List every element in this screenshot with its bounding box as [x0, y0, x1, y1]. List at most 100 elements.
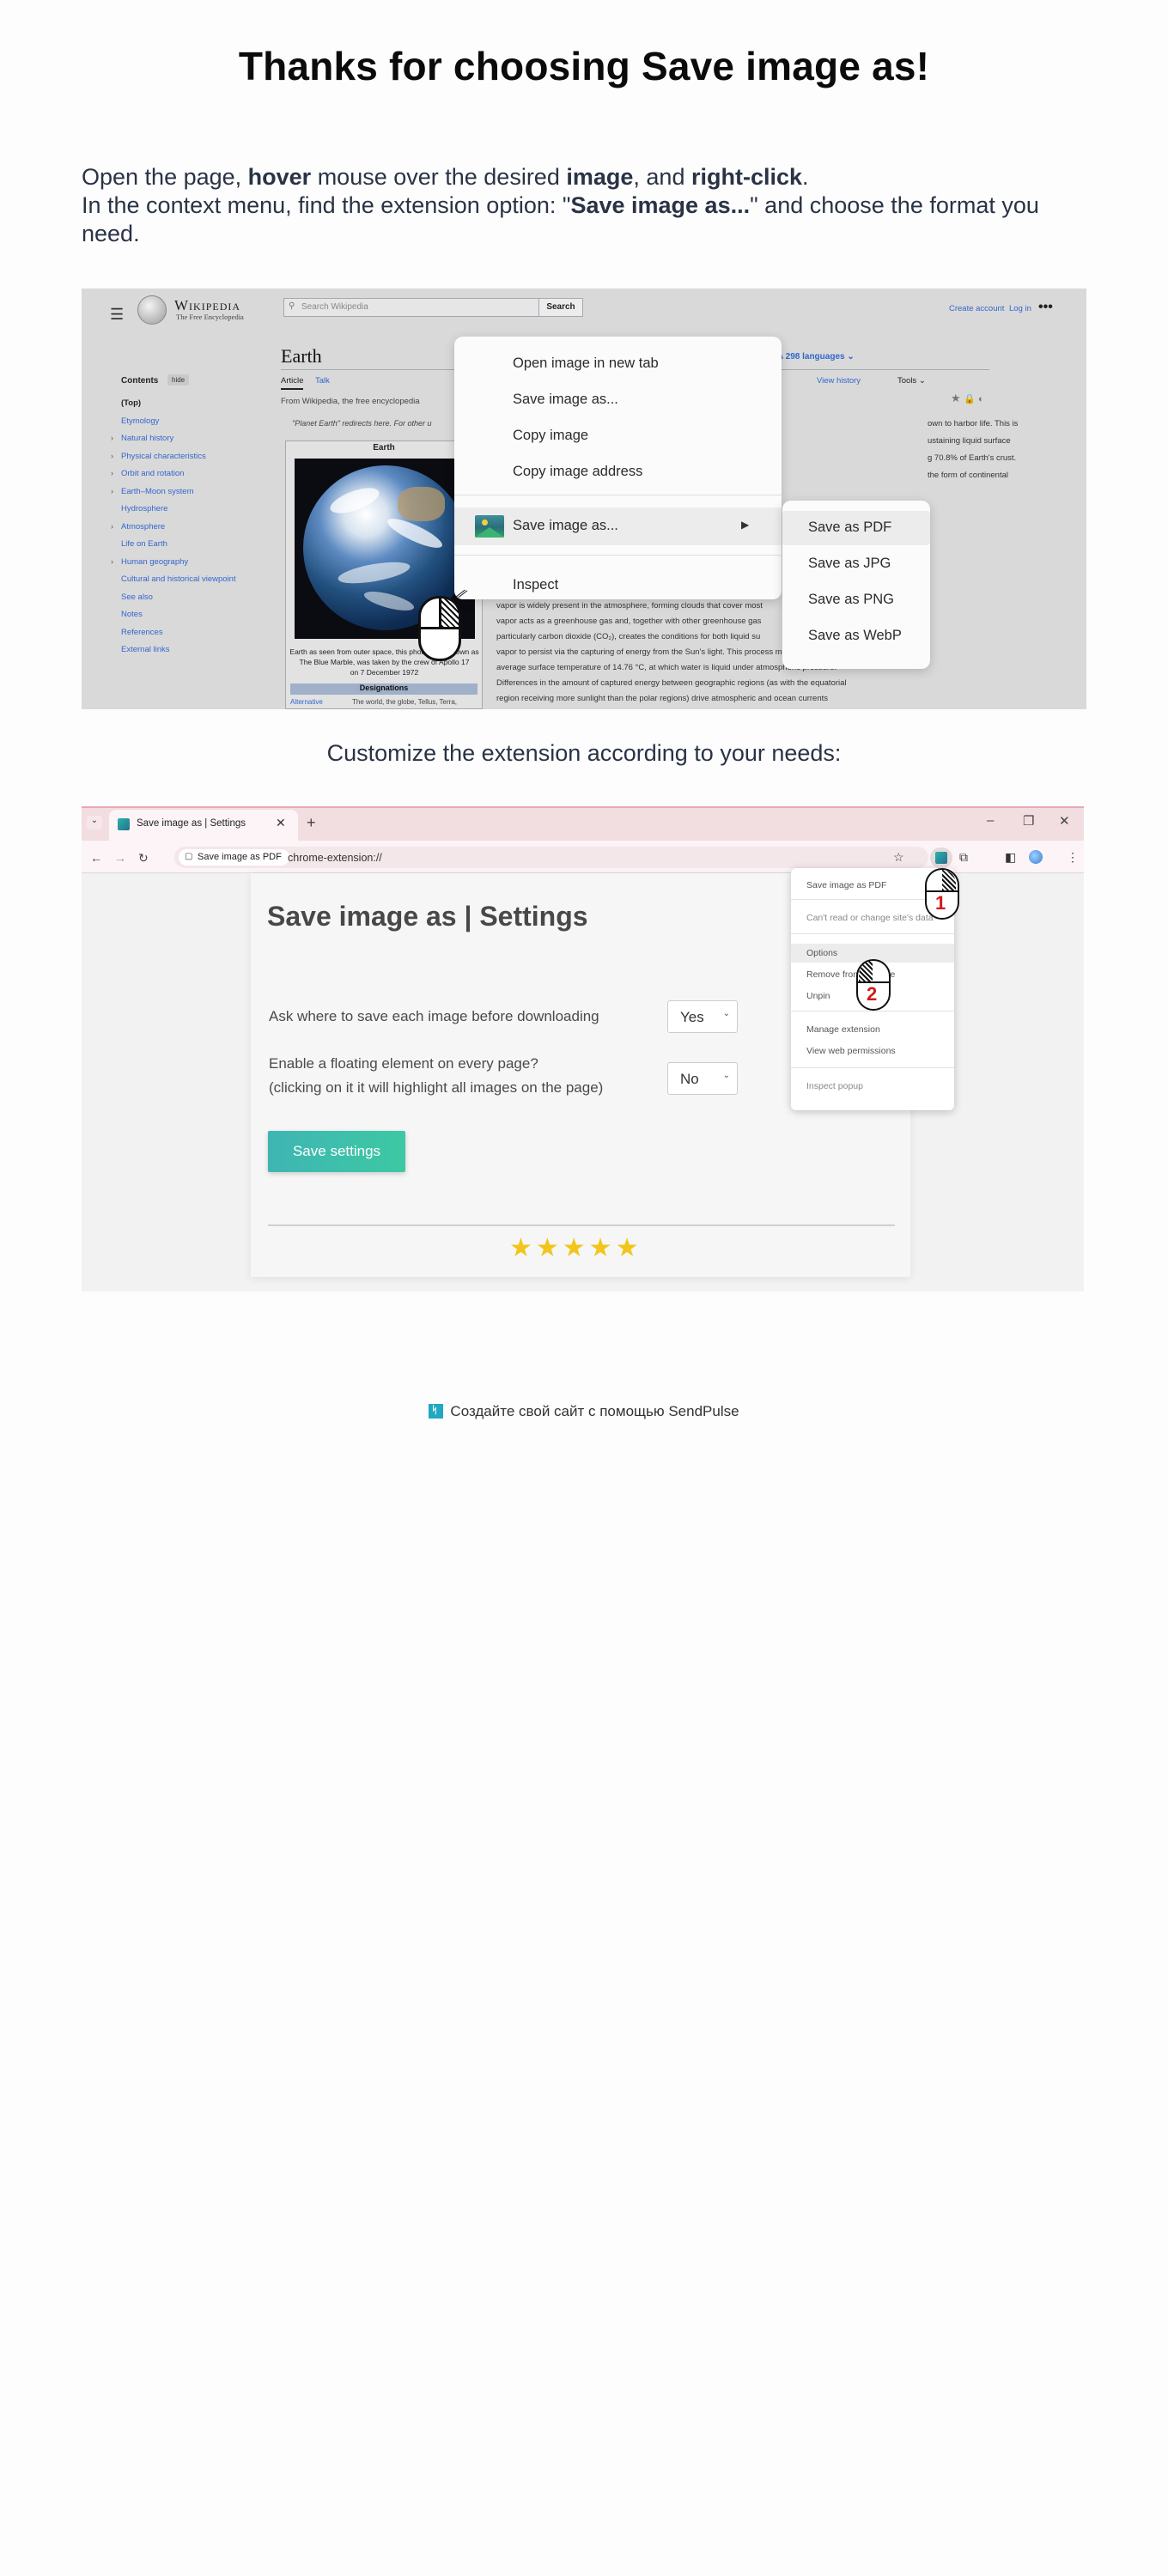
ext-menu-permissions[interactable]: View web permissions: [806, 1046, 896, 1056]
new-tab-icon[interactable]: +: [307, 814, 316, 832]
side-panel-icon[interactable]: ◧: [1005, 850, 1016, 865]
menu-divider: [454, 555, 782, 556]
menu-extension-save-image-as[interactable]: Save image as...: [454, 518, 782, 534]
ext-menu-unpin[interactable]: Unpin: [806, 991, 830, 1001]
setting-ask-where-label: Ask where to save each image before down…: [269, 1008, 599, 1024]
toc-item[interactable]: › Natural history: [111, 434, 284, 452]
save-settings-button[interactable]: Save settings: [268, 1131, 405, 1172]
toc-item-label: Atmosphere: [121, 521, 166, 532]
toc-item[interactable]: Notes: [113, 610, 284, 628]
toc-item[interactable]: › Physical characteristics: [111, 451, 284, 470]
tab-search-chevron-icon: ⌄: [87, 816, 102, 829]
rating-stars[interactable]: ★★★★★: [509, 1233, 642, 1263]
context-menu: Open image in new tab Save image as... C…: [454, 337, 782, 599]
save-as-jpg-option[interactable]: Save as JPG: [782, 556, 930, 572]
toc-item[interactable]: Hydrosphere: [113, 504, 284, 522]
wikipedia-globe-logo: [137, 295, 167, 325]
sendpulse-footer[interactable]: ᛋ Создайте свой сайт с помощью SendPulse: [0, 1403, 1168, 1420]
body-line: vapor is widely present in the atmospher…: [496, 601, 763, 611]
more-icon: •••: [1038, 300, 1053, 314]
select-value: No: [680, 1071, 699, 1087]
toc-item[interactable]: › Earth–Moon system: [111, 487, 284, 505]
save-as-webp-option[interactable]: Save as WebP: [782, 628, 930, 644]
close-window-icon[interactable]: ✕: [1059, 813, 1070, 829]
toc-item-label: Life on Earth: [121, 539, 167, 549]
submenu-arrow-icon: ▶: [741, 519, 750, 531]
toc-item[interactable]: Etymology: [113, 416, 284, 434]
wiki-search-button: Search: [538, 298, 583, 317]
chevron-right-icon: ›: [111, 451, 113, 460]
menu-inspect[interactable]: Inspect: [454, 577, 782, 593]
menu-open-image-new-tab[interactable]: Open image in new tab: [454, 355, 782, 372]
step-number: 1: [935, 892, 946, 914]
toc-item[interactable]: › Orbit and rotation: [111, 469, 284, 487]
back-icon[interactable]: ←: [90, 851, 102, 865]
body-line: vapor acts as a greenhouse gas and, toge…: [496, 617, 762, 626]
cloud: [336, 557, 412, 588]
menu-copy-image-address[interactable]: Copy image address: [454, 464, 782, 480]
toc-item[interactable]: Cultural and historical viewpoint: [113, 574, 284, 592]
table-of-contents: (Top) Etymology › Natural history › Physical …: [111, 398, 284, 663]
toc-item-label: Cultural and historical viewpoint: [121, 574, 236, 584]
forward-icon[interactable]: →: [114, 851, 126, 865]
toc-item-label: External links: [121, 645, 170, 654]
ext-menu-inspect-popup[interactable]: Inspect popup: [806, 1081, 863, 1091]
ask-where-select[interactable]: Yes ⌄: [667, 1000, 738, 1033]
ext-menu-cant-read: Can't read or change site's data: [806, 913, 934, 923]
view-history-link: View history: [817, 376, 861, 386]
chevron-down-icon: ⌄: [722, 1071, 730, 1080]
save-as-pdf-option[interactable]: Save as PDF: [782, 519, 930, 536]
ext-menu-manage[interactable]: Manage extension: [806, 1024, 880, 1035]
hide-toc-button: hide: [167, 374, 190, 386]
url-text: chrome-extension://: [288, 852, 382, 864]
body-line: ustaining liquid surface: [928, 436, 1011, 446]
menu-save-image-as[interactable]: Save image as...: [454, 392, 782, 408]
chevron-right-icon: ›: [111, 469, 113, 477]
save-as-png-option[interactable]: Save as PNG: [782, 592, 930, 608]
extensions-puzzle-icon[interactable]: ⧉: [959, 850, 968, 865]
body-line: own to harbor life. This is: [928, 419, 1019, 428]
instr-text: In the context menu, find the extension …: [82, 192, 571, 218]
alt-value: The world, the globe, Tellus, Terra,: [352, 698, 457, 706]
alt-label: Alternative: [290, 698, 323, 706]
toc-item[interactable]: See also: [113, 592, 284, 611]
ext-menu-header: Save image as PDF: [806, 880, 887, 890]
instruction-line-1: Open the page, hover mouse over the desi…: [82, 163, 1095, 191]
extension-chip: Save image as PDF: [179, 849, 289, 866]
sendpulse-logo-icon: ᛋ: [429, 1404, 444, 1419]
profile-avatar[interactable]: [1029, 850, 1043, 864]
bookmark-star-icon[interactable]: ☆: [893, 850, 904, 865]
floating-element-select[interactable]: No ⌄: [667, 1062, 738, 1095]
create-account-link: Create account: [949, 304, 1005, 313]
infobox-title: Earth: [373, 443, 395, 453]
from-wikipedia-line: From Wikipedia, the free encyclopedia: [281, 397, 420, 406]
toc-item-label: References: [121, 627, 163, 637]
log-in-link: Log in: [1009, 304, 1031, 313]
extension-favicon: [118, 818, 130, 830]
toc-item[interactable]: External links: [113, 645, 284, 663]
close-tab-icon[interactable]: ✕: [276, 816, 286, 830]
extension-button[interactable]: [930, 848, 952, 868]
minimize-icon[interactable]: –: [987, 813, 994, 828]
instr-bold-image: image: [566, 164, 634, 190]
toc-item[interactable]: Life on Earth: [113, 539, 284, 557]
ext-menu-options[interactable]: Options: [806, 948, 837, 958]
toc-item[interactable]: › Human geography: [111, 557, 284, 575]
instr-text: mouse over the desired: [311, 164, 567, 190]
wikipedia-tagline: The Free Encyclopedia: [176, 313, 244, 321]
hamburger-icon: ☰: [110, 306, 125, 323]
menu-divider: [791, 933, 954, 934]
tab-article: Article: [281, 376, 304, 390]
toc-item[interactable]: (Top): [113, 398, 284, 416]
chevron-right-icon: ›: [111, 521, 113, 531]
toc-item[interactable]: References: [113, 628, 284, 646]
menu-copy-image[interactable]: Copy image: [454, 428, 782, 444]
contents-heading: Contents: [121, 376, 159, 386]
reload-icon[interactable]: ↻: [138, 851, 149, 866]
menu-kebab-icon[interactable]: ⋮: [1067, 850, 1079, 865]
wiki-search-input: Search Wikipedia: [283, 298, 539, 317]
restore-icon[interactable]: ❐: [1023, 813, 1034, 829]
wikipedia-wordmark: Wikipedia: [174, 297, 241, 313]
toc-item[interactable]: › Atmosphere: [111, 521, 284, 540]
languages-label: 298 languages: [785, 352, 845, 361]
